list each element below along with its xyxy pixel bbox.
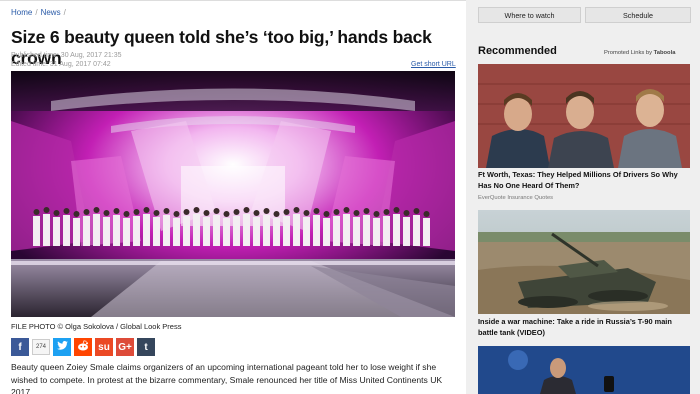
breadcrumb: Home / News /: [11, 8, 69, 17]
breadcrumb-separator: /: [63, 8, 66, 17]
three-men-photo: [478, 64, 690, 168]
ad-image-presenter[interactable]: [478, 346, 690, 394]
stumbleupon-share-button[interactable]: su: [95, 338, 113, 356]
hero-image[interactable]: [11, 71, 455, 317]
top-divider: [0, 0, 466, 1]
ad-source-everquote[interactable]: EverQuote Insurance Quotes: [478, 195, 553, 201]
photo-caption: FILE PHOTO © Olga Sokolova / Global Look…: [11, 322, 182, 331]
promoted-links-label[interactable]: Promoted Links by Taboola: [604, 50, 675, 56]
google-plus-icon: G+: [118, 341, 132, 353]
reddit-icon: [77, 340, 89, 354]
breadcrumb-news-link[interactable]: News: [41, 8, 61, 17]
reddit-share-button[interactable]: [74, 338, 92, 356]
ad-image-drivers[interactable]: [478, 64, 690, 168]
tumblr-icon: t: [144, 341, 148, 353]
published-time: Published time: 30 Aug, 2017 21:35: [11, 52, 122, 59]
twitter-icon: [56, 341, 68, 353]
edited-time: Edited time: 31 Aug, 2017 07:42: [11, 61, 111, 68]
google-plus-share-button[interactable]: G+: [116, 338, 134, 356]
article-body: Beauty queen Zoiey Smale claims organize…: [11, 362, 443, 394]
presenter-photo: [478, 346, 690, 394]
ad-title-tank[interactable]: Inside a war machine: Take a ride in Rus…: [478, 317, 690, 338]
share-count: 274: [32, 339, 50, 355]
article-column: Home / News / Size 6 beauty queen told she’…: [0, 0, 466, 394]
breadcrumb-home-link[interactable]: Home: [11, 8, 32, 17]
ad-image-tank[interactable]: [478, 210, 690, 314]
pageant-stage-photo: [11, 71, 455, 317]
tank-photo: [478, 210, 690, 314]
facebook-share-button[interactable]: f: [11, 338, 29, 356]
social-share-bar: f 274 su G+ t: [11, 338, 155, 356]
tumblr-share-button[interactable]: t: [137, 338, 155, 356]
get-short-url-link[interactable]: Get short URL: [411, 61, 456, 68]
ad-title-drivers[interactable]: Ft Worth, Texas: They Helped Millions Of…: [478, 170, 690, 191]
promoted-prefix: Promoted Links by: [604, 50, 654, 56]
recommended-heading: Recommended: [478, 45, 557, 57]
article-meta: Published time: 30 Aug, 2017 21:35 Edite…: [11, 51, 122, 69]
facebook-icon: f: [18, 341, 22, 353]
stumbleupon-icon: su: [98, 341, 110, 353]
sidebar: Where to watch Schedule Recommended Prom…: [466, 0, 700, 394]
taboola-brand: Taboola: [653, 50, 676, 56]
breadcrumb-separator: /: [35, 8, 38, 17]
schedule-button[interactable]: Schedule: [585, 7, 691, 23]
where-to-watch-button[interactable]: Where to watch: [478, 7, 581, 23]
twitter-share-button[interactable]: [53, 338, 71, 356]
